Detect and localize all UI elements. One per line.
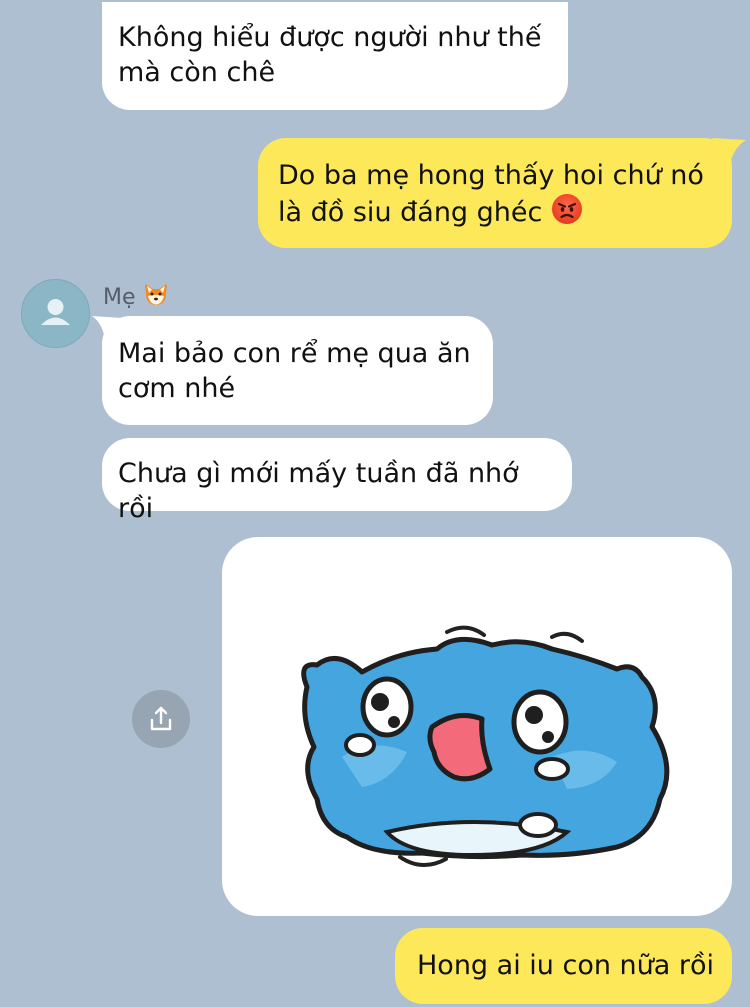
crying-cat-sticker-icon [301, 625, 670, 867]
message-bubble-incoming[interactable]: Chưa gì mới mấy tuần đã nhớ rồi [102, 438, 572, 524]
default-user-icon [41, 299, 70, 325]
share-icon [150, 706, 172, 731]
angry-face-icon [551, 193, 583, 234]
message-text: Chưa gì mới mấy tuần đã nhớ rồi [118, 458, 519, 524]
sticker-message[interactable] [222, 537, 732, 916]
message-bubble-outgoing[interactable]: Do ba mẹ hong thấy hoi chứ nó là đồ siu … [258, 138, 746, 248]
message-text: Do ba mẹ hong thấy hoi chứ nó là đồ siu … [278, 160, 704, 228]
message-text: Không hiểu được người như thế mà còn chê [118, 22, 542, 88]
share-button[interactable] [132, 690, 190, 748]
bubble-tail [712, 138, 746, 172]
message-text: Mai bảo con rể mẹ qua ăn cơm nhé [118, 338, 471, 404]
sender-name: Mẹ [103, 284, 136, 310]
message-bubble-outgoing[interactable]: Hong ai iu con nữa rồi [395, 928, 732, 1004]
message-bubble-incoming[interactable]: Không hiểu được người như thế mà còn chê [102, 2, 568, 110]
bubble-tail [92, 316, 122, 346]
message-bubble-incoming[interactable]: Mai bảo con rể mẹ qua ăn cơm nhé [92, 316, 493, 425]
fox-face-icon [142, 280, 170, 314]
message-text: Hong ai iu con nữa rồi [417, 950, 715, 981]
avatar[interactable] [21, 279, 90, 348]
sender-name-row: Mẹ [103, 280, 170, 314]
